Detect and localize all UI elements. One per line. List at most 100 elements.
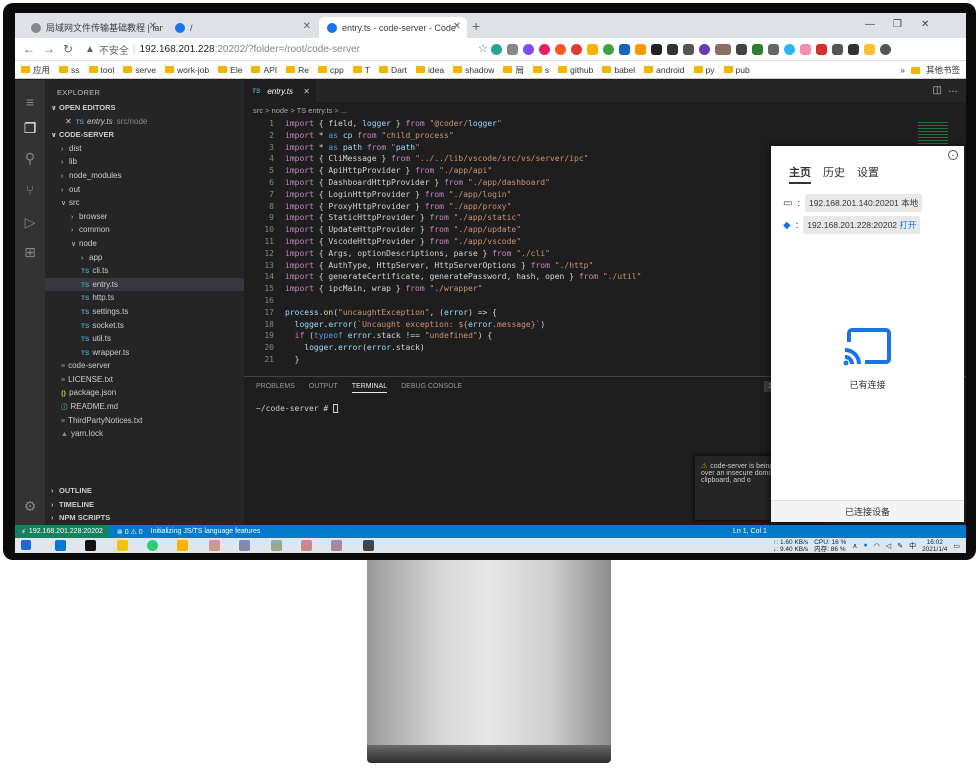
tree-item[interactable]: ≡ ThirdPartyNotices.txt	[45, 414, 244, 428]
editor-tab-entry[interactable]: TS entry.ts ✕	[244, 80, 316, 102]
notion-icon[interactable]	[85, 540, 96, 551]
search-icon[interactable]: ⚲	[22, 150, 38, 166]
app-icon[interactable]	[209, 540, 220, 551]
extension-icon[interactable]	[507, 44, 518, 55]
bookmark-item[interactable]: idea	[416, 65, 444, 75]
tree-item[interactable]: TS http.ts	[45, 291, 244, 305]
bookmark-item[interactable]: API	[251, 65, 277, 75]
app-icon[interactable]	[271, 540, 282, 551]
tree-item[interactable]: › out	[45, 183, 244, 197]
gear-icon[interactable]: ⚙	[22, 498, 38, 514]
app-icon[interactable]	[331, 540, 342, 551]
tree-item[interactable]: {} package.json	[45, 386, 244, 400]
tree-item[interactable]: TS util.ts	[45, 332, 244, 346]
source-control-icon[interactable]: ⑂	[22, 182, 38, 198]
bookmarks-more[interactable]: »	[900, 65, 905, 75]
pen-icon[interactable]: ✎	[897, 542, 903, 550]
bookmark-item[interactable]: github	[558, 65, 593, 75]
bookmark-item[interactable]: 局	[503, 64, 524, 76]
extension-icon[interactable]	[683, 44, 694, 55]
extension-icon[interactable]	[864, 44, 875, 55]
panel-tab[interactable]: DEBUG CONSOLE	[401, 383, 462, 393]
windows-start-icon[interactable]	[21, 540, 31, 550]
tree-item[interactable]: › browser	[45, 210, 244, 224]
menu-icon[interactable]: ≡	[22, 94, 38, 110]
extension-icon[interactable]	[752, 44, 763, 55]
app-icon[interactable]	[363, 540, 374, 551]
bookmark-item[interactable]: work-job	[165, 65, 209, 75]
close-icon[interactable]: ✕	[65, 117, 72, 126]
tree-item[interactable]: › node_modules	[45, 169, 244, 183]
tree-item[interactable]: TS socket.ts	[45, 319, 244, 333]
browser-tab-3[interactable]: entry.ts - code-server - Code ✕	[319, 17, 467, 38]
connected-devices-footer[interactable]: 已连接设备	[771, 500, 964, 522]
extension-icon[interactable]	[619, 44, 630, 55]
back-icon[interactable]: ←	[23, 42, 35, 56]
maximize-icon[interactable]: ❐	[893, 19, 902, 30]
extension-icon[interactable]	[635, 44, 646, 55]
extension-icon[interactable]	[784, 44, 795, 55]
extension-icon[interactable]	[587, 44, 598, 55]
run-debug-icon[interactable]: ▷	[22, 214, 38, 230]
browser-tab-1[interactable]: 局域网文件传输基础教程 | lan.fi ✕	[23, 17, 163, 38]
extension-icon[interactable]	[539, 44, 550, 55]
problems-count[interactable]: ⊗ 0 ⚠ 0	[117, 528, 143, 536]
tree-item[interactable]: TS settings.ts	[45, 305, 244, 319]
extension-icon[interactable]	[491, 44, 502, 55]
bookmark-item[interactable]: 应用	[21, 64, 50, 76]
panel-tab[interactable]: OUTPUT	[309, 383, 338, 393]
mail-icon[interactable]	[55, 540, 66, 551]
open-link[interactable]: 打开	[899, 220, 916, 230]
tree-item[interactable]: TS cli.ts	[45, 264, 244, 278]
extension-icon[interactable]	[555, 44, 566, 55]
device-pill[interactable]: 192.168.201.228:20202 打开	[803, 216, 921, 234]
extension-icon[interactable]	[699, 44, 710, 55]
bookmark-item[interactable]: android	[644, 65, 685, 75]
tree-item[interactable]: ≡ code-server	[45, 359, 244, 373]
bookmark-item[interactable]: shadow	[453, 65, 494, 75]
tab-home[interactable]: 主页	[789, 164, 811, 184]
tree-item[interactable]: › common	[45, 223, 244, 237]
sidebar-section-header[interactable]: › TIMELINE	[45, 498, 244, 512]
extensions-icon[interactable]: ⊞	[22, 244, 38, 260]
ime-indicator[interactable]: 中	[909, 541, 916, 551]
cursor-position[interactable]: Ln 1, Col 1	[733, 528, 767, 535]
tree-item[interactable]: TS entry.ts	[45, 277, 244, 292]
close-icon[interactable]: ✕	[303, 87, 310, 96]
puzzle-icon[interactable]	[848, 44, 859, 55]
bookmark-item[interactable]: py	[693, 65, 715, 75]
device-remote[interactable]: ◆: 192.168.201.228:20202 打开	[783, 216, 921, 234]
extension-icon[interactable]	[832, 44, 843, 55]
url-field[interactable]: ▲ 不安全 | 192.168.201.228:20202/?folder=/r…	[85, 41, 505, 58]
bookmark-item[interactable]: s	[532, 65, 549, 75]
app-icon[interactable]	[301, 540, 312, 551]
extension-icon[interactable]	[523, 44, 534, 55]
clock[interactable]: 16:02 2021/1/4	[922, 539, 947, 553]
tree-item[interactable]: ∨ node	[45, 237, 244, 251]
files-icon[interactable]: ❐	[22, 120, 38, 136]
breadcrumb[interactable]: src > node > TS entry.ts > ...	[253, 106, 347, 115]
browser-tab-2[interactable]: / ✕	[167, 17, 317, 38]
menu-icon[interactable]	[880, 44, 891, 55]
extension-icon[interactable]	[800, 44, 811, 55]
close-icon[interactable]: ✕	[149, 21, 157, 32]
tab-history[interactable]: 历史	[823, 164, 845, 184]
bookmark-item[interactable]: T	[352, 65, 370, 75]
panel-tab[interactable]: TERMINAL	[351, 383, 388, 393]
other-bookmarks[interactable]: 其他书签	[926, 64, 960, 76]
device-pill[interactable]: 192.168.201.140:20201 本地	[804, 194, 923, 212]
sidebar-section-header[interactable]: › NPM SCRIPTS	[45, 511, 244, 525]
bookmark-item[interactable]: cpp	[318, 65, 344, 75]
tree-item[interactable]: ▲ yarn.lock	[45, 427, 244, 441]
device-local[interactable]: ▭: 192.168.201.140:20201 本地	[783, 194, 923, 212]
extension-icon[interactable]	[603, 44, 614, 55]
remote-indicator[interactable]: ⚡ 192.168.201.228:20202	[15, 525, 109, 538]
bookmark-item[interactable]: serve	[123, 65, 156, 75]
forward-icon[interactable]: →	[43, 42, 55, 56]
tree-item[interactable]: TS wrapper.ts	[45, 346, 244, 360]
extension-icon[interactable]	[768, 44, 779, 55]
chevron-up-icon[interactable]: ∧	[852, 542, 857, 550]
extension-icon[interactable]	[651, 44, 662, 55]
extension-icon[interactable]	[715, 44, 731, 55]
file-explorer-icon[interactable]	[177, 540, 188, 551]
